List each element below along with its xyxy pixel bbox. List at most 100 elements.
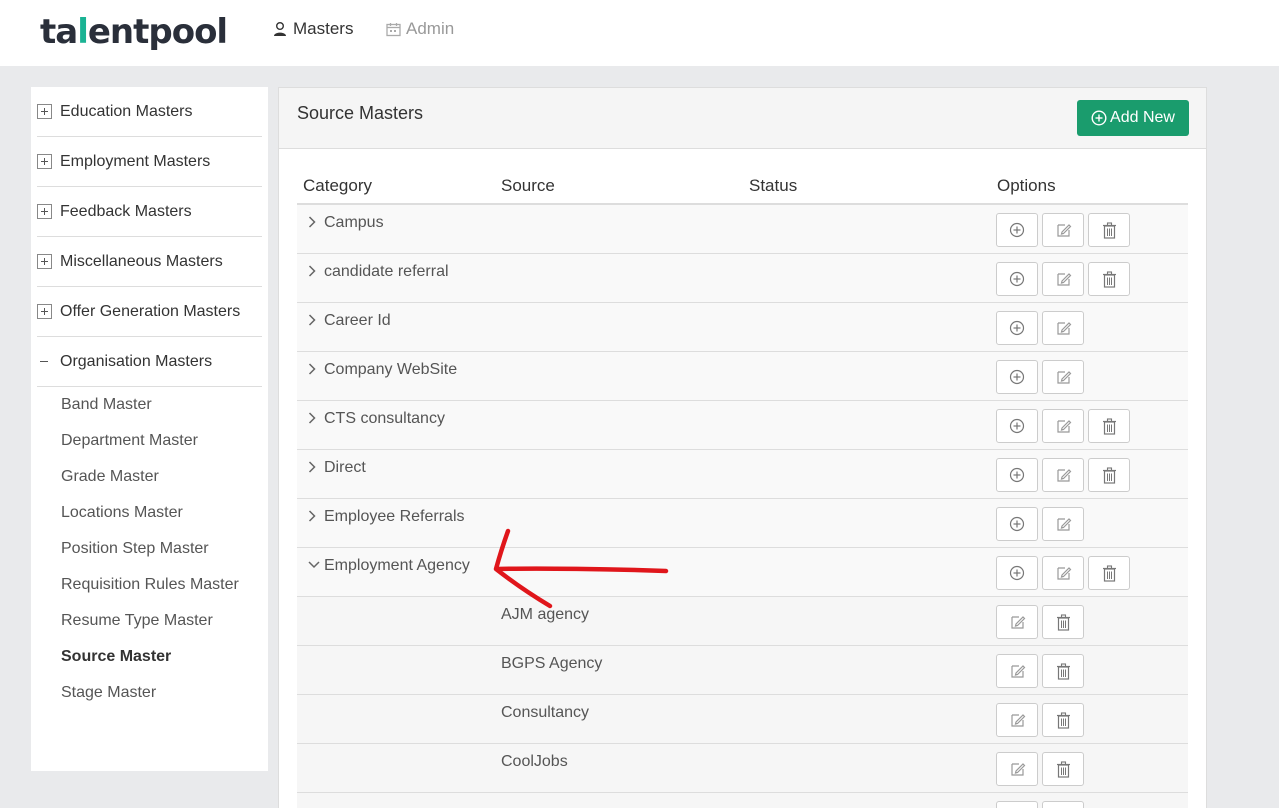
chevron-right-icon[interactable] (307, 362, 317, 381)
category-row[interactable]: Campus (297, 205, 1188, 254)
sidebar-item-resume-type-master[interactable]: Resume Type Master (61, 610, 213, 632)
edit-button[interactable] (996, 605, 1038, 639)
chevron-right-icon[interactable] (307, 411, 317, 430)
edit-button[interactable] (1042, 507, 1084, 541)
edit-icon (1055, 271, 1072, 288)
minus-icon (37, 354, 52, 369)
sidebar-group-label: Offer Generation Masters (60, 302, 241, 320)
sidebar-group-employment[interactable]: Employment Masters (37, 137, 262, 187)
chevron-right-icon[interactable] (307, 460, 317, 479)
delete-button[interactable] (1088, 262, 1130, 296)
column-header-status[interactable]: Status (749, 176, 797, 196)
sidebar-item-requisition-rules-master[interactable]: Requisition Rules Master (61, 574, 239, 596)
category-name: CTS consultancy (324, 410, 445, 427)
category-name: candidate referral (324, 263, 449, 280)
delete-button[interactable] (1042, 605, 1084, 639)
nav-masters-label: Masters (293, 19, 354, 38)
edit-button[interactable] (1042, 458, 1084, 492)
trash-icon (1056, 760, 1071, 778)
category-row[interactable]: Direct (297, 450, 1188, 499)
delete-button[interactable] (1088, 213, 1130, 247)
edit-icon (1009, 663, 1026, 680)
sidebar-item-source-master[interactable]: Source Master (61, 646, 171, 668)
chevron-right-icon[interactable] (307, 215, 317, 234)
delete-button[interactable] (1042, 752, 1084, 786)
source-row: CoolJobs (297, 744, 1188, 793)
plus-square-icon (37, 104, 52, 119)
sidebar-item-locations-master[interactable]: Locations Master (61, 502, 183, 524)
delete-button[interactable] (1042, 703, 1084, 737)
trash-icon (1102, 221, 1117, 239)
column-header-source[interactable]: Source (501, 176, 555, 196)
logo-text-end: entpool (87, 12, 228, 52)
edit-button[interactable] (1042, 311, 1084, 345)
edit-icon (1055, 418, 1072, 435)
add-button[interactable] (996, 213, 1038, 247)
add-new-button[interactable]: Add New (1077, 100, 1189, 136)
edit-icon (1009, 761, 1026, 778)
sidebar-group-organisation[interactable]: Organisation Masters (37, 337, 262, 387)
source-row: BGPS Agency (297, 646, 1188, 695)
add-button[interactable] (996, 556, 1038, 590)
chevron-down-icon[interactable] (307, 558, 321, 576)
nav-masters[interactable]: Masters (272, 18, 353, 40)
nav-admin-label: Admin (406, 19, 455, 38)
add-button[interactable] (996, 507, 1038, 541)
sidebar-item-stage-master[interactable]: Stage Master (61, 682, 156, 704)
sidebar-item-department-master[interactable]: Department Master (61, 430, 198, 452)
delete-button[interactable] (1042, 801, 1084, 808)
edit-icon (1055, 222, 1072, 239)
column-header-category[interactable]: Category (303, 176, 372, 196)
sidebar-item-position-step-master[interactable]: Position Step Master (61, 538, 209, 560)
category-row[interactable]: Employment Agency (297, 548, 1188, 597)
add-button[interactable] (996, 311, 1038, 345)
add-button[interactable] (996, 262, 1038, 296)
sidebar-item-grade-master[interactable]: Grade Master (61, 466, 159, 488)
add-button[interactable] (996, 409, 1038, 443)
edit-button[interactable] (996, 654, 1038, 688)
talentpool-logo[interactable]: talentpool (40, 10, 228, 54)
chevron-right-icon[interactable] (307, 264, 317, 283)
calendar-icon (386, 22, 401, 36)
chevron-right-icon[interactable] (307, 313, 317, 332)
plus-circle-icon (1009, 320, 1025, 336)
edit-button[interactable] (1042, 213, 1084, 247)
delete-button[interactable] (1042, 654, 1084, 688)
add-button[interactable] (996, 458, 1038, 492)
category-row[interactable]: Career Id (297, 303, 1188, 352)
sidebar-group-feedback[interactable]: Feedback Masters (37, 187, 262, 237)
delete-button[interactable] (1088, 556, 1130, 590)
category-name: Direct (324, 459, 366, 476)
category-row[interactable]: candidate referral (297, 254, 1188, 303)
edit-button[interactable] (1042, 409, 1084, 443)
add-new-label: Add New (1110, 109, 1175, 126)
edit-button[interactable] (996, 752, 1038, 786)
trash-icon (1102, 466, 1117, 484)
plus-circle-icon (1009, 271, 1025, 287)
category-row[interactable]: CTS consultancy (297, 401, 1188, 450)
trash-icon (1056, 613, 1071, 631)
sidebar-group-education[interactable]: Education Masters (37, 87, 262, 137)
edit-button[interactable] (1042, 262, 1084, 296)
category-row[interactable]: Company WebSite (297, 352, 1188, 401)
edit-button[interactable] (1042, 360, 1084, 394)
category-row[interactable]: Employee Referrals (297, 499, 1188, 548)
category-name: Employment Agency (324, 557, 470, 574)
edit-button[interactable] (996, 801, 1038, 808)
delete-button[interactable] (1088, 458, 1130, 492)
plus-square-icon (37, 304, 52, 319)
chevron-right-icon[interactable] (307, 509, 317, 528)
sidebar-group-offer-generation[interactable]: Offer Generation Masters (37, 287, 262, 337)
sidebar-item-band-master[interactable]: Band Master (61, 394, 152, 416)
delete-button[interactable] (1088, 409, 1130, 443)
user-icon (274, 22, 286, 36)
add-button[interactable] (996, 360, 1038, 394)
sidebar-group-label: Organisation Masters (60, 352, 213, 370)
category-name: Career Id (324, 312, 391, 329)
edit-button[interactable] (996, 703, 1038, 737)
nav-admin[interactable]: Admin (386, 18, 454, 40)
plus-circle-icon (1009, 418, 1025, 434)
sidebar-group-miscellaneous[interactable]: Miscellaneous Masters (37, 237, 262, 287)
edit-button[interactable] (1042, 556, 1084, 590)
plus-square-icon (37, 254, 52, 269)
